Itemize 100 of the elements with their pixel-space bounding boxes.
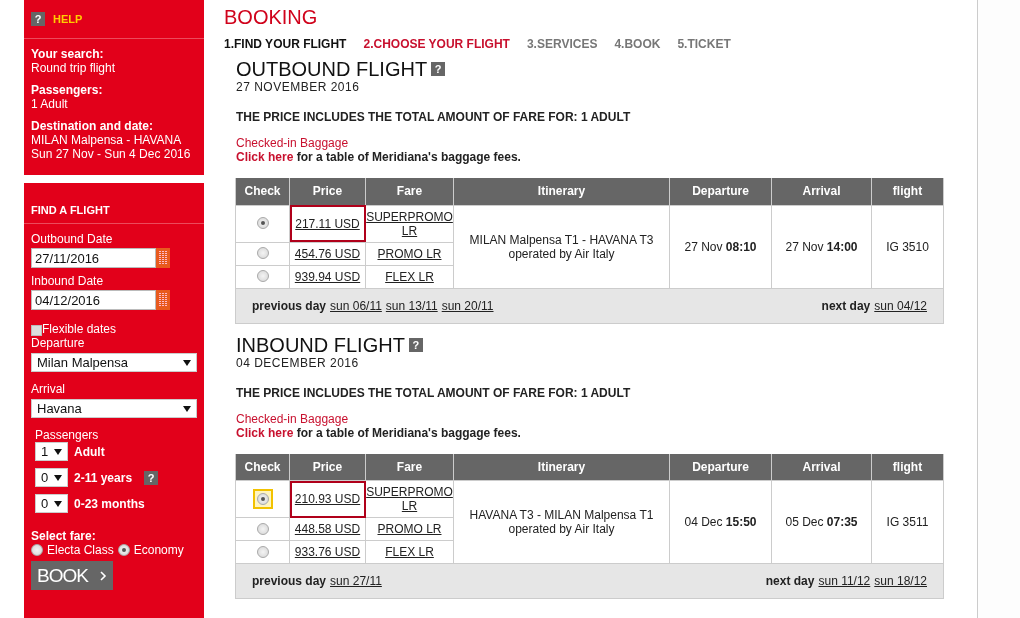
calendar-icon[interactable]	[156, 248, 170, 268]
section-title: INBOUND FLIGHT	[236, 333, 405, 356]
price-note: THE PRICE INCLUDES THE TOTAL AMOUNT OF FARE FOR: 1 ADULT	[236, 110, 632, 124]
summary-label: Destination and date:	[31, 119, 154, 133]
dropdown[interactable]: 0	[35, 494, 68, 513]
panel-title: FIND A FLIGHT	[31, 203, 110, 217]
price-note: THE PRICE INCLUDES THE TOTAL AMOUNT OF FARE FOR: 1 ADULT	[236, 385, 632, 400]
arrival-time: 05 Dec 07:35	[785, 515, 858, 529]
day-link[interactable]: sun 06/11	[330, 298, 382, 313]
column-header: Check	[235, 178, 290, 205]
dropdown-value: Milan Malpensa	[37, 354, 129, 371]
column-header: Arrival	[771, 453, 872, 481]
nav-label: next day	[821, 298, 871, 313]
field-label: Inbound Date	[31, 274, 105, 288]
baggage-link[interactable]: Checked-in Baggage	[236, 136, 977, 150]
baggage-note: Click here for a table of Meridiana's baggage fees.	[236, 425, 522, 440]
page-title: BOOKING	[224, 6, 319, 28]
field-label: Select fare:	[31, 529, 97, 543]
caret-icon	[183, 359, 191, 366]
field-label: Arrival	[31, 382, 66, 396]
itinerary-route: MILAN Malpensa T1 - HAVANA T3	[468, 232, 655, 247]
arrival-time: 27 Nov 14:00	[785, 239, 858, 254]
itinerary-operator: operated by Air Italy	[507, 246, 616, 261]
day-link[interactable]: sun 04/12	[874, 298, 927, 313]
summary-value: MILAN Malpensa - HAVANA	[31, 133, 183, 147]
section-title: OUTBOUND FLIGHT	[236, 58, 428, 80]
caret-icon	[54, 448, 62, 455]
radio-label: Economy	[133, 543, 184, 557]
radio-button[interactable]	[117, 544, 130, 556]
day-link[interactable]: sun 11/12	[818, 574, 871, 588]
column-header: Departure	[669, 453, 772, 481]
itinerary-route: HAVANA T3 - MILAN Malpensa T1	[468, 508, 655, 522]
day-link[interactable]: sun 18/12	[874, 574, 927, 588]
radio-button[interactable]	[256, 545, 269, 558]
chevron-icon	[99, 570, 107, 581]
section-date: 04 DECEMBER 2016	[236, 355, 360, 370]
column-header: Departure	[669, 178, 772, 205]
field-label: Passengers	[35, 428, 100, 442]
help-icon[interactable]: ?	[144, 470, 159, 485]
nav-label: next day	[765, 574, 815, 588]
column-header: Price	[289, 453, 366, 481]
step-label[interactable]: 4.BOOK	[614, 37, 661, 51]
itinerary-operator: operated by Air Italy	[507, 522, 616, 536]
column-header: Fare	[365, 178, 454, 205]
flight-number: IG 3511	[886, 515, 929, 529]
nav-label: previous day	[252, 298, 327, 313]
passenger-label: 0-23 months	[74, 496, 145, 511]
date-field[interactable]: 27/11/2016	[31, 248, 156, 268]
summary-value: 1 Adult	[31, 97, 69, 111]
checkbox-label: Flexible dates	[42, 322, 117, 336]
column-header: Arrival	[771, 178, 872, 205]
passenger-label: 2-11 years	[74, 470, 133, 485]
help-icon[interactable]: ?	[408, 337, 423, 352]
summary-label: Passengers:	[31, 83, 104, 97]
dropdown[interactable]: 1	[35, 442, 68, 461]
passenger-label: Adult	[74, 444, 105, 459]
click-here-link[interactable]: Click here	[236, 425, 294, 440]
step-label[interactable]: 3.SERVICES	[526, 37, 598, 51]
book-button[interactable]: BOOK	[31, 561, 113, 590]
help-icon[interactable]: ?	[31, 12, 45, 26]
field-label: Departure	[31, 336, 86, 350]
baggage-link[interactable]: Checked-in Baggage	[236, 411, 977, 426]
day-link[interactable]: sun 27/11	[330, 574, 382, 588]
radio-button[interactable]	[256, 217, 269, 229]
summary-value: Sun 27 Nov - Sun 4 Dec 2016	[31, 147, 192, 161]
column-header: flight	[871, 178, 944, 205]
step-label[interactable]: 1.FIND YOUR FLIGHT	[224, 37, 347, 51]
day-link[interactable]: sun 20/11	[441, 298, 494, 313]
summary-label: Your search:	[31, 47, 105, 61]
step-label[interactable]: 5.TICKET	[677, 37, 731, 51]
calendar-icon[interactable]	[156, 290, 170, 310]
dropdown[interactable]: Havana	[31, 399, 197, 418]
nav-label: previous day	[252, 574, 327, 588]
summary-value: Round trip flight	[31, 61, 117, 75]
dropdown-value: 1	[41, 443, 49, 460]
flight-number: IG 3510	[886, 239, 929, 254]
field-label: Outbound Date	[31, 232, 114, 246]
caret-icon	[54, 500, 62, 507]
dropdown[interactable]: Milan Malpensa	[31, 353, 197, 372]
radio-button[interactable]	[31, 544, 43, 556]
click-here-link[interactable]: Click here	[236, 150, 294, 164]
column-header: flight	[871, 453, 944, 481]
radio-button[interactable]	[256, 247, 269, 259]
column-header: Price	[289, 178, 366, 205]
dropdown-value: Havana	[37, 400, 82, 417]
caret-icon	[54, 474, 62, 481]
help-icon[interactable]: ?	[431, 62, 446, 76]
day-link[interactable]: sun 13/11	[385, 298, 438, 313]
radio-button[interactable]	[256, 522, 269, 535]
date-field[interactable]: 04/12/2016	[31, 290, 156, 310]
column-header: Itinerary	[453, 178, 670, 205]
dropdown-value: 0	[41, 495, 49, 512]
dropdown-value: 0	[41, 469, 49, 486]
baggage-note: Click here for a table of Meridiana's baggage fees.	[236, 150, 522, 164]
radio-button[interactable]	[256, 270, 269, 282]
departure-time: 04 Dec 15:50	[684, 515, 757, 529]
checkbox[interactable]	[31, 325, 42, 336]
radio-label: Electa Class	[47, 543, 114, 557]
step-label[interactable]: 2.CHOOSE YOUR FLIGHT	[363, 37, 510, 51]
dropdown[interactable]: 0	[35, 468, 68, 487]
